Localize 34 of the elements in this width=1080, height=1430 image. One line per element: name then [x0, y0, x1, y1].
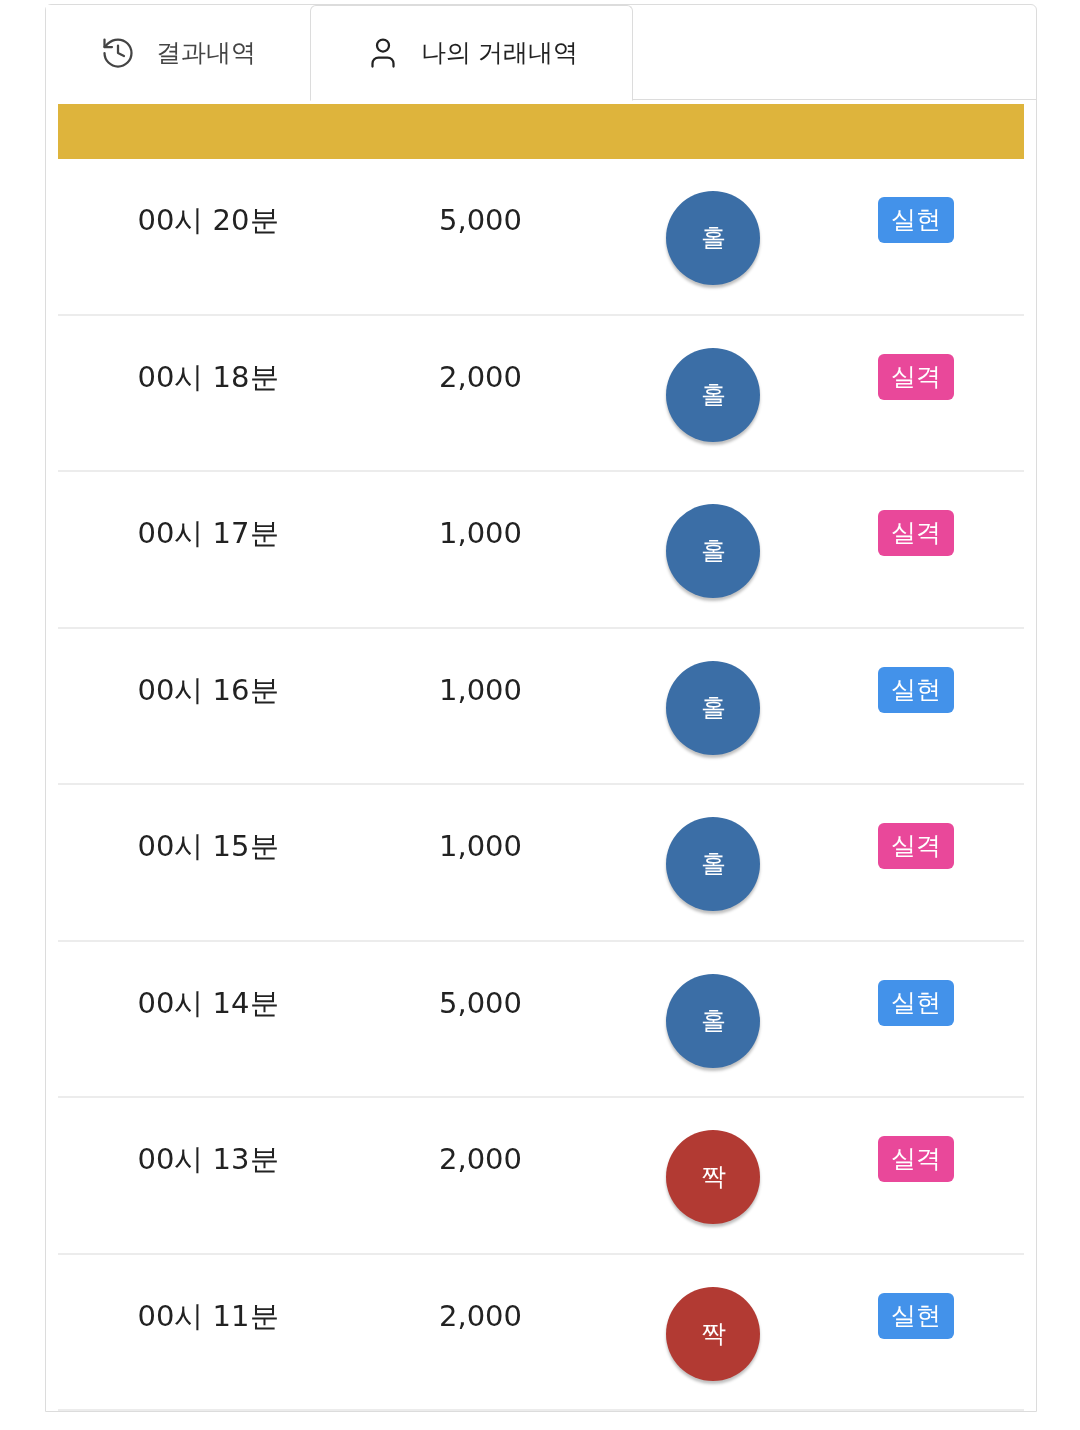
table-cell-text: 1,000 — [439, 515, 522, 553]
table-cell-text: 2,000 — [439, 1297, 522, 1335]
table-cell-text: 5,000 — [439, 202, 522, 240]
pick-chip: 홀 — [666, 817, 760, 912]
table-cell-text: 00시 13분 — [137, 1141, 279, 1178]
pick-chip: 홀 — [666, 660, 760, 755]
table-cell-text: 00시 14분 — [137, 984, 279, 1022]
pick-chip: 홀 — [666, 191, 760, 286]
table-cell-text: 00시 17분 — [137, 515, 279, 553]
table-cell-text: 5,000 — [439, 984, 522, 1022]
pick-chip: 짝 — [666, 1130, 760, 1224]
pick-chip: 홀 — [666, 347, 760, 442]
table-cell-text: 00시 15분 — [137, 828, 279, 866]
table-cell-text: 1,000 — [439, 671, 522, 709]
table-cell-text: 2,000 — [439, 358, 522, 396]
pick-chip: 홀 — [666, 973, 760, 1068]
pick-chip: 짝 — [666, 1286, 760, 1381]
table-cell-text: 00시 16분 — [137, 671, 279, 709]
result-badge: 실현 — [877, 979, 954, 1026]
tab[interactable]: 나의 거래내역 — [310, 5, 633, 101]
table-cell-text: 1,000 — [439, 828, 522, 866]
table-cell-text: 00시 18분 — [137, 358, 279, 396]
result-badge: 실격 — [877, 1136, 954, 1182]
result-badge: 실격 — [877, 823, 954, 870]
result-badge: 실현 — [877, 1292, 954, 1339]
table-cell-text: 00시 11분 — [137, 1297, 279, 1335]
result-badge: 실격 — [877, 510, 954, 557]
result-badge: 실현 — [877, 197, 954, 244]
table-cell-text: 00시 20분 — [137, 202, 279, 240]
result-badge: 실격 — [877, 353, 954, 400]
tab[interactable]: 결과내역 — [46, 5, 310, 100]
pick-chip: 홀 — [666, 504, 760, 599]
table-cell-text: 2,000 — [439, 1141, 522, 1178]
result-badge: 실현 — [877, 666, 954, 713]
